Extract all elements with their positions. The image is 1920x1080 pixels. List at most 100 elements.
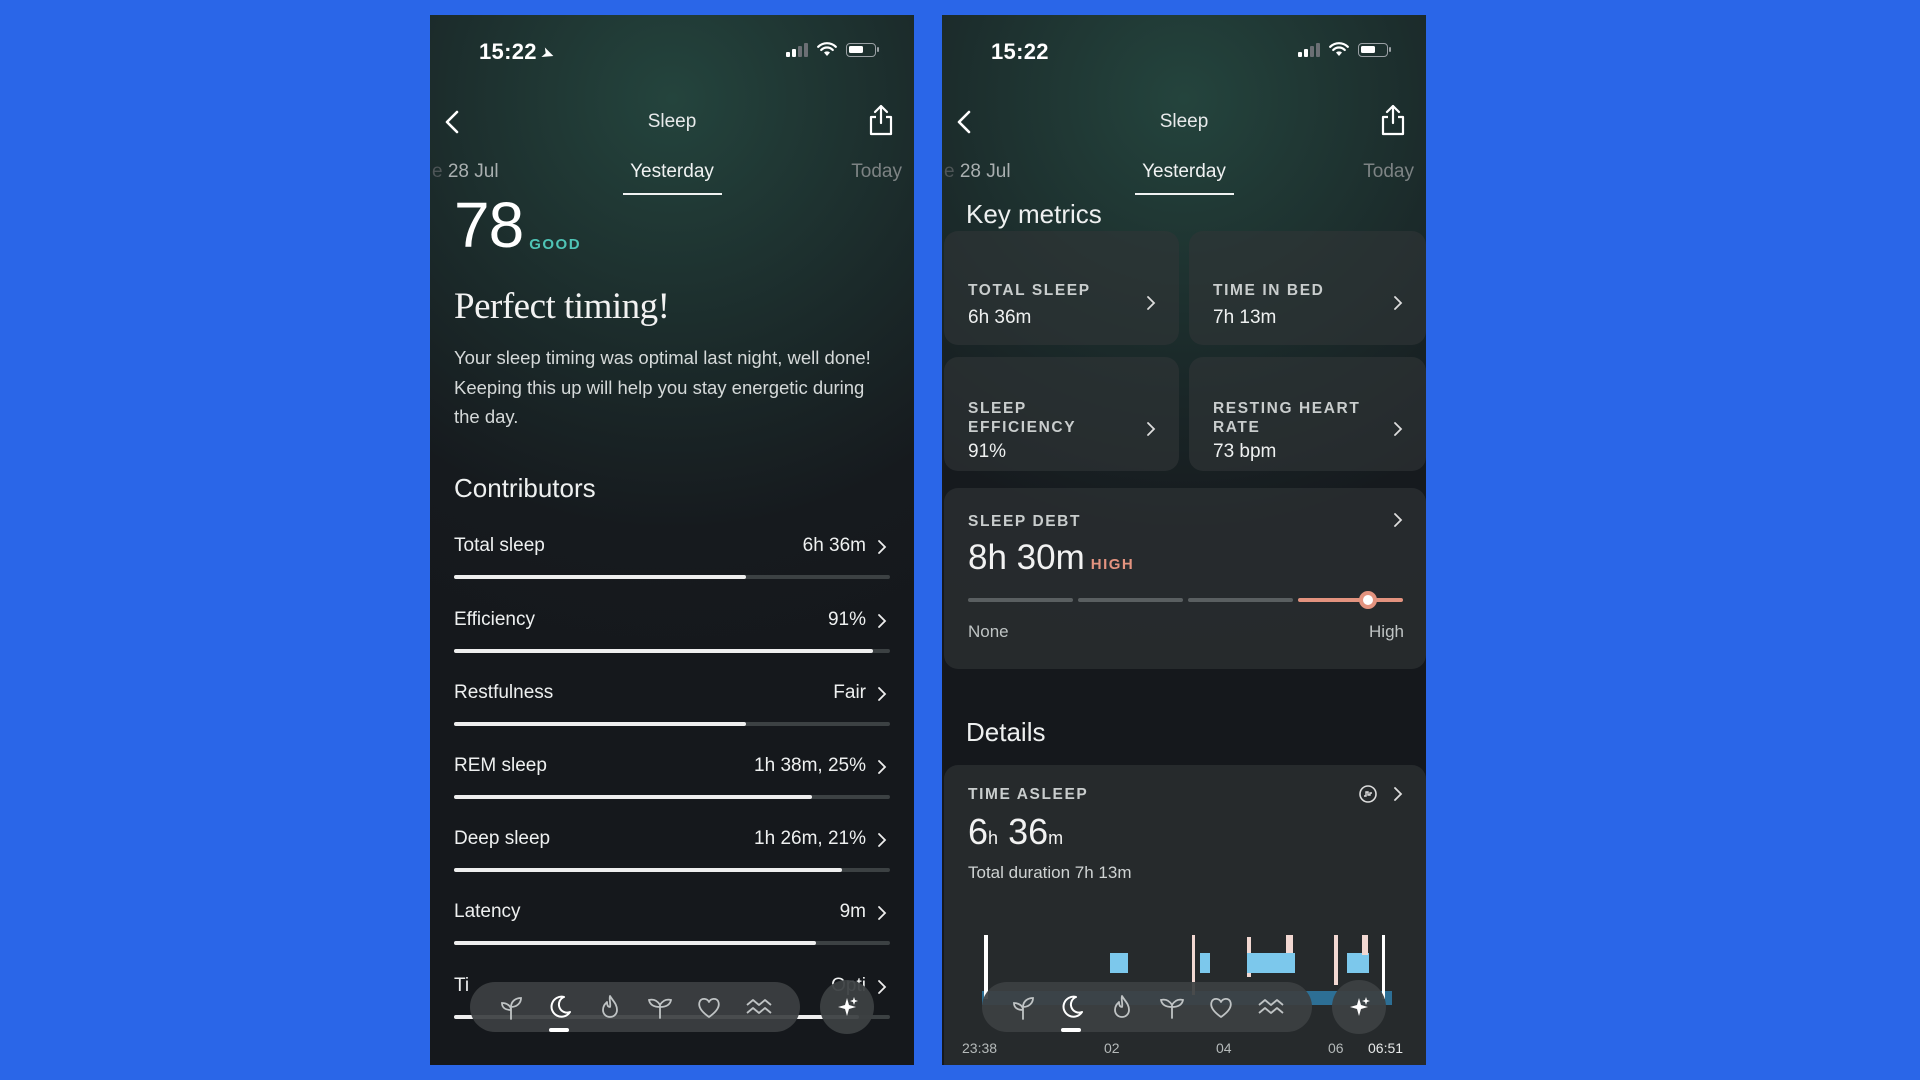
sleep-debt-scale-segment bbox=[968, 598, 1073, 602]
contributor-name: Total sleep bbox=[454, 535, 545, 556]
heart-icon[interactable] bbox=[694, 992, 724, 1022]
contributor-latency[interactable]: Latency 9m bbox=[454, 901, 890, 953]
status-icons bbox=[786, 42, 879, 57]
share-icon[interactable] bbox=[1378, 103, 1408, 137]
tab-bar bbox=[982, 982, 1312, 1032]
contributor-total-sleep[interactable]: Total sleep 6h 36m bbox=[454, 535, 890, 587]
waves-icon[interactable] bbox=[744, 992, 774, 1022]
hypnogram-rem-block bbox=[1200, 953, 1210, 973]
date-tab-current[interactable]: Yesterday bbox=[942, 161, 1426, 183]
location-arrow-icon: ➤ bbox=[538, 44, 557, 65]
sleep-debt-marker bbox=[1359, 591, 1378, 609]
metric-card-sleep-efficiency[interactable]: SLEEP EFFICIENCY 91% bbox=[944, 357, 1179, 471]
moon-icon[interactable] bbox=[1057, 992, 1087, 1022]
sleep-debt-card[interactable]: SLEEP DEBT 8h 30m HIGH None High bbox=[944, 488, 1426, 669]
contributor-name: Latency bbox=[454, 901, 521, 922]
sleep-debt-scale-segment-high bbox=[1298, 598, 1403, 602]
contributor-bar-fill bbox=[454, 941, 816, 945]
date-tab-current[interactable]: Yesterday bbox=[430, 161, 914, 183]
hypnogram-awake-bar bbox=[1362, 935, 1368, 955]
waves-icon[interactable] bbox=[1256, 992, 1286, 1022]
date-tab-next[interactable]: Today bbox=[851, 161, 902, 183]
phone-screen-sleep-score: 15:22➤ Sleep e 28 Jul Yesterday Today 78… bbox=[430, 15, 914, 1065]
battery-icon bbox=[1358, 42, 1391, 57]
seedling-icon[interactable] bbox=[645, 992, 675, 1022]
date-tab-indicator bbox=[623, 193, 722, 195]
hypnogram-axis-start: 23:38 bbox=[962, 1040, 998, 1056]
nav-bar: Sleep bbox=[430, 103, 914, 143]
chevron-right-icon bbox=[1394, 422, 1403, 436]
metric-value: 73 bpm bbox=[1213, 441, 1277, 462]
sleep-debt-scale-segment bbox=[1078, 598, 1183, 602]
metric-card-time-in-bed[interactable]: TIME IN BED 7h 13m bbox=[1189, 231, 1426, 345]
sprout-icon[interactable] bbox=[496, 992, 526, 1022]
chevron-right-icon bbox=[1394, 513, 1403, 527]
ai-advisor-button[interactable] bbox=[1332, 980, 1386, 1034]
hypnogram-awake-bar bbox=[1382, 935, 1385, 999]
chevron-right-icon bbox=[1147, 422, 1156, 436]
moon-icon[interactable] bbox=[545, 992, 575, 1022]
time-asleep-subtitle: Total duration 7h 13m bbox=[968, 863, 1132, 882]
sparkle-icon bbox=[838, 997, 858, 1016]
contributor-efficiency[interactable]: Efficiency 91% bbox=[454, 609, 890, 661]
chevron-right-icon bbox=[878, 760, 887, 774]
hypnogram-axis-end: 06:51 bbox=[1368, 1040, 1404, 1056]
details-title: Details bbox=[966, 717, 1046, 747]
contributor-name: Deep sleep bbox=[454, 828, 551, 849]
contributor-bar-fill bbox=[454, 722, 747, 726]
contributor-value: 91% bbox=[827, 609, 866, 630]
hypnogram-awake-bar bbox=[1286, 935, 1293, 953]
metric-card-resting-heart-rate[interactable]: RESTING HEART RATE 73 bpm bbox=[1189, 357, 1426, 471]
hypnogram-rem-block bbox=[1347, 953, 1369, 973]
ai-advisor-button[interactable] bbox=[820, 980, 874, 1034]
hypnogram-axis-tick: 02 bbox=[1104, 1040, 1120, 1056]
sleep-debt-level: HIGH bbox=[1090, 556, 1135, 573]
contributor-name: Restfulness bbox=[454, 682, 554, 703]
seedling-icon[interactable] bbox=[1157, 992, 1187, 1022]
contributor-restfulness[interactable]: Restfulness Fair bbox=[454, 682, 890, 734]
insight-summary: Your sleep timing was optimal last night… bbox=[454, 347, 871, 427]
sleep-debt-scale-segment bbox=[1188, 598, 1293, 602]
contributor-rem-sleep[interactable]: REM sleep 1h 38m, 25% bbox=[454, 755, 890, 807]
sleep-debt-max-label: High bbox=[1369, 622, 1404, 641]
time-asleep-label: TIME ASLEEP bbox=[968, 786, 1089, 803]
heart-icon[interactable] bbox=[1206, 992, 1236, 1022]
chevron-right-icon bbox=[878, 833, 887, 847]
contributor-value: 1h 26m, 21% bbox=[754, 828, 866, 849]
page-title: Sleep bbox=[647, 111, 697, 132]
share-icon[interactable] bbox=[866, 103, 896, 137]
tab-bar bbox=[470, 982, 800, 1032]
metric-value: 6h 36m bbox=[968, 307, 1032, 328]
contributor-name: Ti bbox=[454, 975, 470, 996]
insight-headline: Perfect timing! bbox=[454, 286, 670, 327]
hypnogram-toggle-icon[interactable] bbox=[1358, 784, 1378, 804]
sparkle-icon bbox=[1350, 997, 1370, 1016]
cellular-signal-icon bbox=[1298, 42, 1320, 57]
contributor-deep-sleep[interactable]: Deep sleep 1h 26m, 21% bbox=[454, 828, 890, 880]
phone-screen-key-metrics: 15:22 Sleep e 28 Jul Yesterday Today Key… bbox=[942, 15, 1426, 1065]
metric-value: 7h 13m bbox=[1213, 307, 1277, 328]
flame-icon[interactable] bbox=[1107, 992, 1137, 1022]
contributor-bar bbox=[454, 575, 890, 579]
key-metrics-title: Key metrics bbox=[966, 199, 1102, 229]
contributor-bar-fill bbox=[454, 649, 873, 653]
metric-label: TIME IN BED bbox=[1213, 282, 1325, 299]
metric-card-total-sleep[interactable]: TOTAL SLEEP 6h 36m bbox=[944, 231, 1179, 345]
chevron-right-icon bbox=[878, 614, 887, 628]
date-tab-next[interactable]: Today bbox=[1363, 161, 1414, 183]
chevron-right-icon bbox=[878, 687, 887, 701]
sleep-debt-min-label: None bbox=[968, 622, 1009, 641]
date-tabs: e 28 Jul Yesterday Today bbox=[942, 161, 1426, 197]
wifi-icon bbox=[1329, 42, 1349, 56]
hypnogram-rem-block bbox=[1247, 953, 1295, 973]
battery-icon bbox=[846, 42, 879, 57]
hypnogram-rem-block bbox=[1110, 953, 1128, 973]
sleep-score: 78 GOOD bbox=[454, 193, 581, 257]
contributor-bar bbox=[454, 868, 890, 872]
flame-icon[interactable] bbox=[595, 992, 625, 1022]
metric-value: 91% bbox=[968, 441, 1007, 462]
time-asleep-value: 6h 36m bbox=[968, 811, 1064, 852]
date-tab-indicator bbox=[1135, 193, 1234, 195]
sprout-icon[interactable] bbox=[1008, 992, 1038, 1022]
contributors-title: Contributors bbox=[454, 473, 596, 503]
